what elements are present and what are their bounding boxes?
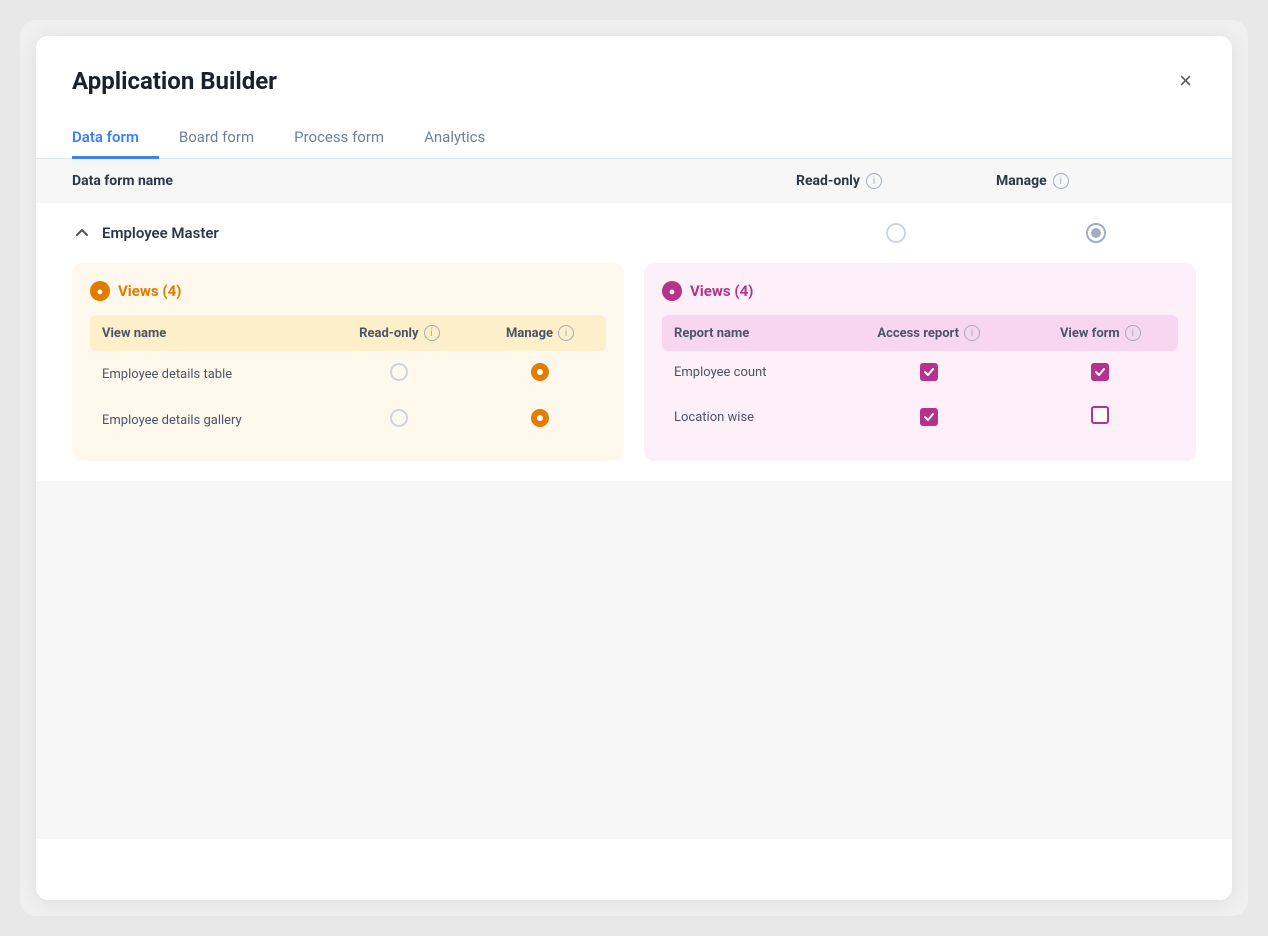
close-button[interactable]: ×: [1175, 64, 1196, 98]
right-panel-icon: ●: [662, 281, 682, 301]
view-manage-cell: [474, 351, 606, 397]
view-readonly-radio-1[interactable]: [390, 409, 408, 427]
modal: Application Builder × Data form Board fo…: [36, 36, 1232, 900]
left-col-manage: Manage i: [474, 315, 606, 351]
manage-info-icon[interactable]: i: [1053, 173, 1069, 189]
tab-data-form[interactable]: Data form: [72, 118, 159, 159]
access-report-cell: [835, 394, 1023, 440]
employee-row: Employee Master: [36, 203, 1232, 481]
right-panel-title: ● Views (4): [662, 281, 1178, 301]
left-readonly-info-icon[interactable]: i: [424, 325, 440, 341]
access-report-cell: [835, 351, 1023, 394]
left-panel-icon: ●: [90, 281, 110, 301]
content-area: Data form name Read-only i Manage i: [36, 159, 1232, 839]
left-panel-table: View name Read-only i: [90, 315, 606, 443]
left-panel-title: ● Views (4): [90, 281, 606, 301]
readonly-info-icon[interactable]: i: [866, 173, 882, 189]
view-form-cell: [1023, 351, 1178, 394]
view-manage-cell: [474, 397, 606, 443]
view-name-cell: Employee details gallery: [90, 397, 325, 443]
col-readonly: Read-only i: [796, 173, 996, 189]
left-col-readonly: Read-only i: [325, 315, 475, 351]
tabs-container: Data form Board form Process form Analyt…: [36, 98, 1232, 159]
employee-manage-radio[interactable]: [1086, 223, 1106, 243]
left-views-panel: ● Views (4) View name: [72, 263, 624, 461]
right-panel-table: Report name Access report i: [662, 315, 1178, 440]
report-name-cell: Employee count: [662, 351, 835, 394]
report-name-cell: Location wise: [662, 394, 835, 440]
left-col-view-name: View name: [90, 315, 325, 351]
right-table-header-row: Report name Access report i: [662, 315, 1178, 351]
employee-readonly-cell: [796, 223, 996, 243]
table-row: Location wise: [662, 394, 1178, 440]
right-col-access-report: Access report i: [835, 315, 1023, 351]
tab-analytics[interactable]: Analytics: [404, 118, 505, 159]
modal-title: Application Builder: [72, 67, 277, 95]
left-manage-info-icon[interactable]: i: [558, 325, 574, 341]
table-row: Employee details gallery: [90, 397, 606, 443]
tab-board-form[interactable]: Board form: [159, 118, 274, 159]
employee-row-header: Employee Master: [72, 223, 1196, 243]
view-readonly-cell: [325, 397, 475, 443]
left-table-header-row: View name Read-only i: [90, 315, 606, 351]
views-panels: ● Views (4) View name: [72, 263, 1196, 461]
view-form-checkbox-0[interactable]: [1091, 363, 1109, 381]
collapse-icon[interactable]: [72, 223, 92, 243]
view-manage-radio-1[interactable]: [531, 409, 549, 427]
right-col-view-form: View form i: [1023, 315, 1178, 351]
col-manage: Manage i: [996, 173, 1196, 189]
employee-manage-cell: [996, 223, 1196, 243]
view-manage-radio-0[interactable]: [531, 363, 549, 381]
modal-wrapper: Application Builder × Data form Board fo…: [20, 20, 1248, 916]
access-report-checkbox-1[interactable]: [920, 408, 938, 426]
view-name-cell: Employee details table: [90, 351, 325, 397]
table-header: Data form name Read-only i Manage i: [36, 159, 1232, 203]
view-readonly-radio-0[interactable]: [390, 363, 408, 381]
table-row: Employee details table: [90, 351, 606, 397]
view-form-checkbox-1[interactable]: [1091, 406, 1109, 424]
right-viewform-info-icon[interactable]: i: [1125, 325, 1141, 341]
right-col-report-name: Report name: [662, 315, 835, 351]
modal-header: Application Builder ×: [36, 36, 1232, 98]
access-report-checkbox-0[interactable]: [920, 363, 938, 381]
employee-readonly-radio[interactable]: [886, 223, 906, 243]
view-readonly-cell: [325, 351, 475, 397]
right-views-panel: ● Views (4) Report name: [644, 263, 1196, 461]
col-form-name: Data form name: [72, 173, 796, 189]
view-form-cell: [1023, 394, 1178, 440]
right-access-info-icon[interactable]: i: [964, 325, 980, 341]
table-row: Employee count: [662, 351, 1178, 394]
tab-process-form[interactable]: Process form: [274, 118, 404, 159]
employee-name: Employee Master: [72, 223, 796, 243]
